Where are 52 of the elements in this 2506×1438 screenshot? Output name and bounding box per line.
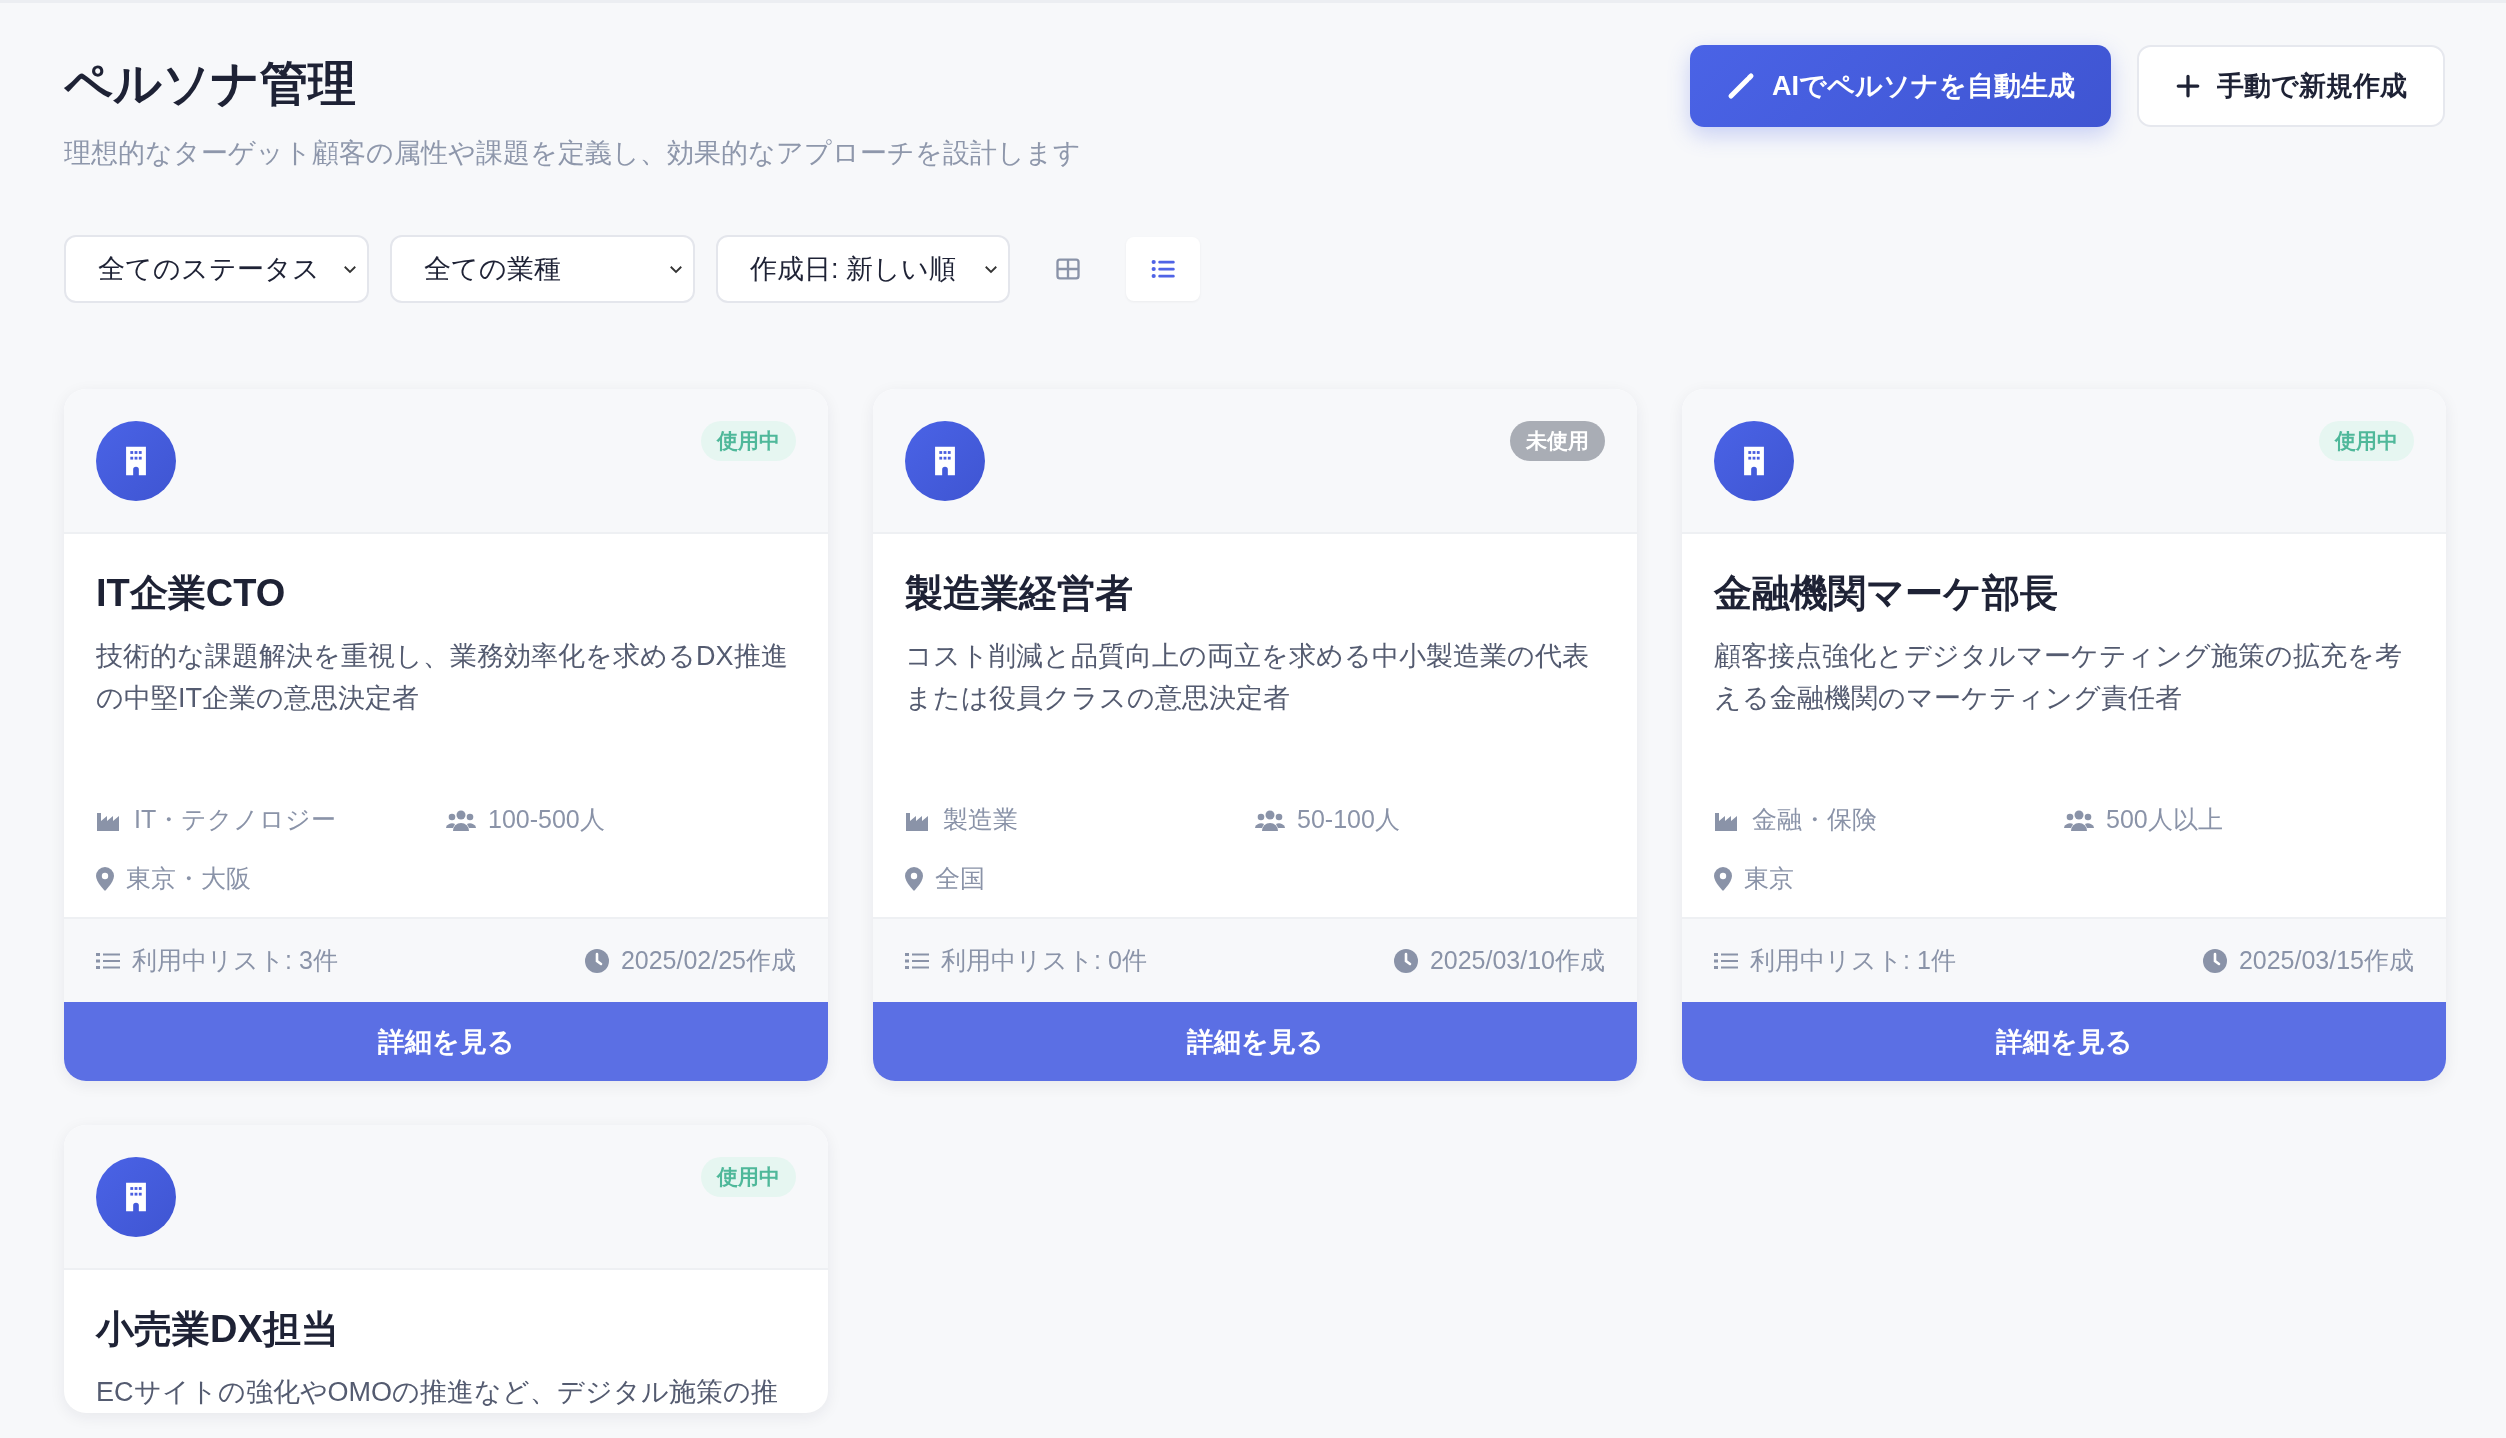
usage-list-count: 利用中リスト: 0件: [941, 945, 1147, 977]
plus-icon: [2175, 73, 2201, 99]
filter-dropdown[interactable]: 作成日: 新しい順: [716, 235, 1010, 304]
persona-name: 製造業経営者: [905, 571, 1134, 617]
usage-list-count: 利用中リスト: 1件: [1750, 945, 1956, 977]
company-size-text: 50-100人: [1297, 804, 1400, 836]
status-badge: 未使用: [1510, 421, 1605, 462]
region-text: 全国: [935, 863, 985, 895]
status-badge: 使用中: [701, 1157, 796, 1198]
filter-dropdown[interactable]: 全ての業種: [390, 235, 695, 304]
clock-icon: [584, 948, 609, 973]
page-title: ペルソナ管理: [64, 56, 357, 112]
created-date: 2025/02/25作成: [620, 945, 796, 977]
clock-icon: [1393, 948, 1418, 973]
page-subtitle: 理想的なターゲット顧客の属性や課題を定義し、効果的なアプローチを設計します: [64, 137, 1081, 171]
users-icon: [446, 808, 476, 831]
status-badge: 使用中: [701, 421, 796, 462]
list-icon: [905, 950, 929, 971]
users-icon: [1255, 808, 1285, 831]
region-text: 東京・大阪: [126, 863, 251, 895]
persona-description: ECサイトの強化やOMOの推進など、デジタル施策の推: [96, 1376, 779, 1410]
company-size-text: 500人以上: [2106, 804, 2223, 836]
industry-text: 製造業: [943, 804, 1018, 836]
view-details-button[interactable]: 詳細を見る: [1682, 1002, 2446, 1082]
users-icon: [2064, 808, 2094, 831]
map-pin-icon: [905, 866, 923, 891]
persona-description: コスト削減と品質向上の両立を求める中小製造業の代表または役員クラスの意思決定者: [905, 640, 1590, 716]
status-badge: 使用中: [2319, 421, 2414, 462]
map-pin-icon: [1714, 866, 1732, 891]
view-details-button[interactable]: 詳細を見る: [873, 1002, 1637, 1082]
industry-text: IT・テクノロジー: [134, 804, 337, 836]
list-icon: [1714, 950, 1738, 971]
create-manually-button[interactable]: 手動で新規作成: [2137, 45, 2445, 127]
list-view-button[interactable]: [1126, 237, 1200, 302]
persona-name: 小売業DX担当: [96, 1307, 340, 1353]
persona-description: 顧客接点強化とデジタルマーケティング施策の拡充を考える金融機関のマーケティング責任者: [1714, 640, 2403, 716]
created-date: 2025/03/10作成: [1429, 945, 1605, 977]
list-icon: [96, 950, 120, 971]
persona-name: IT企業CTO: [96, 571, 287, 617]
clock-icon: [2202, 948, 2227, 973]
usage-list-count: 利用中リスト: 3件: [132, 945, 338, 977]
filter-dropdown[interactable]: 全てのステータス: [64, 235, 369, 304]
map-pin-icon: [96, 866, 114, 891]
created-date: 2025/03/15作成: [2238, 945, 2414, 977]
industry-text: 金融・保険: [1752, 804, 1877, 836]
persona-name: 金融機関マーケ部長: [1714, 571, 2059, 617]
company-size-text: 100-500人: [488, 804, 605, 836]
region-text: 東京: [1744, 863, 1794, 895]
persona-description: 技術的な課題解決を重視し、業務効率化を求めるDX推進の中堅IT企業の意思決定者: [96, 640, 789, 716]
pencil-icon: [1726, 71, 1756, 101]
ai-generate-button[interactable]: AIでペルソナを自動生成: [1690, 45, 2111, 127]
view-details-button[interactable]: 詳細を見る: [64, 1002, 828, 1082]
